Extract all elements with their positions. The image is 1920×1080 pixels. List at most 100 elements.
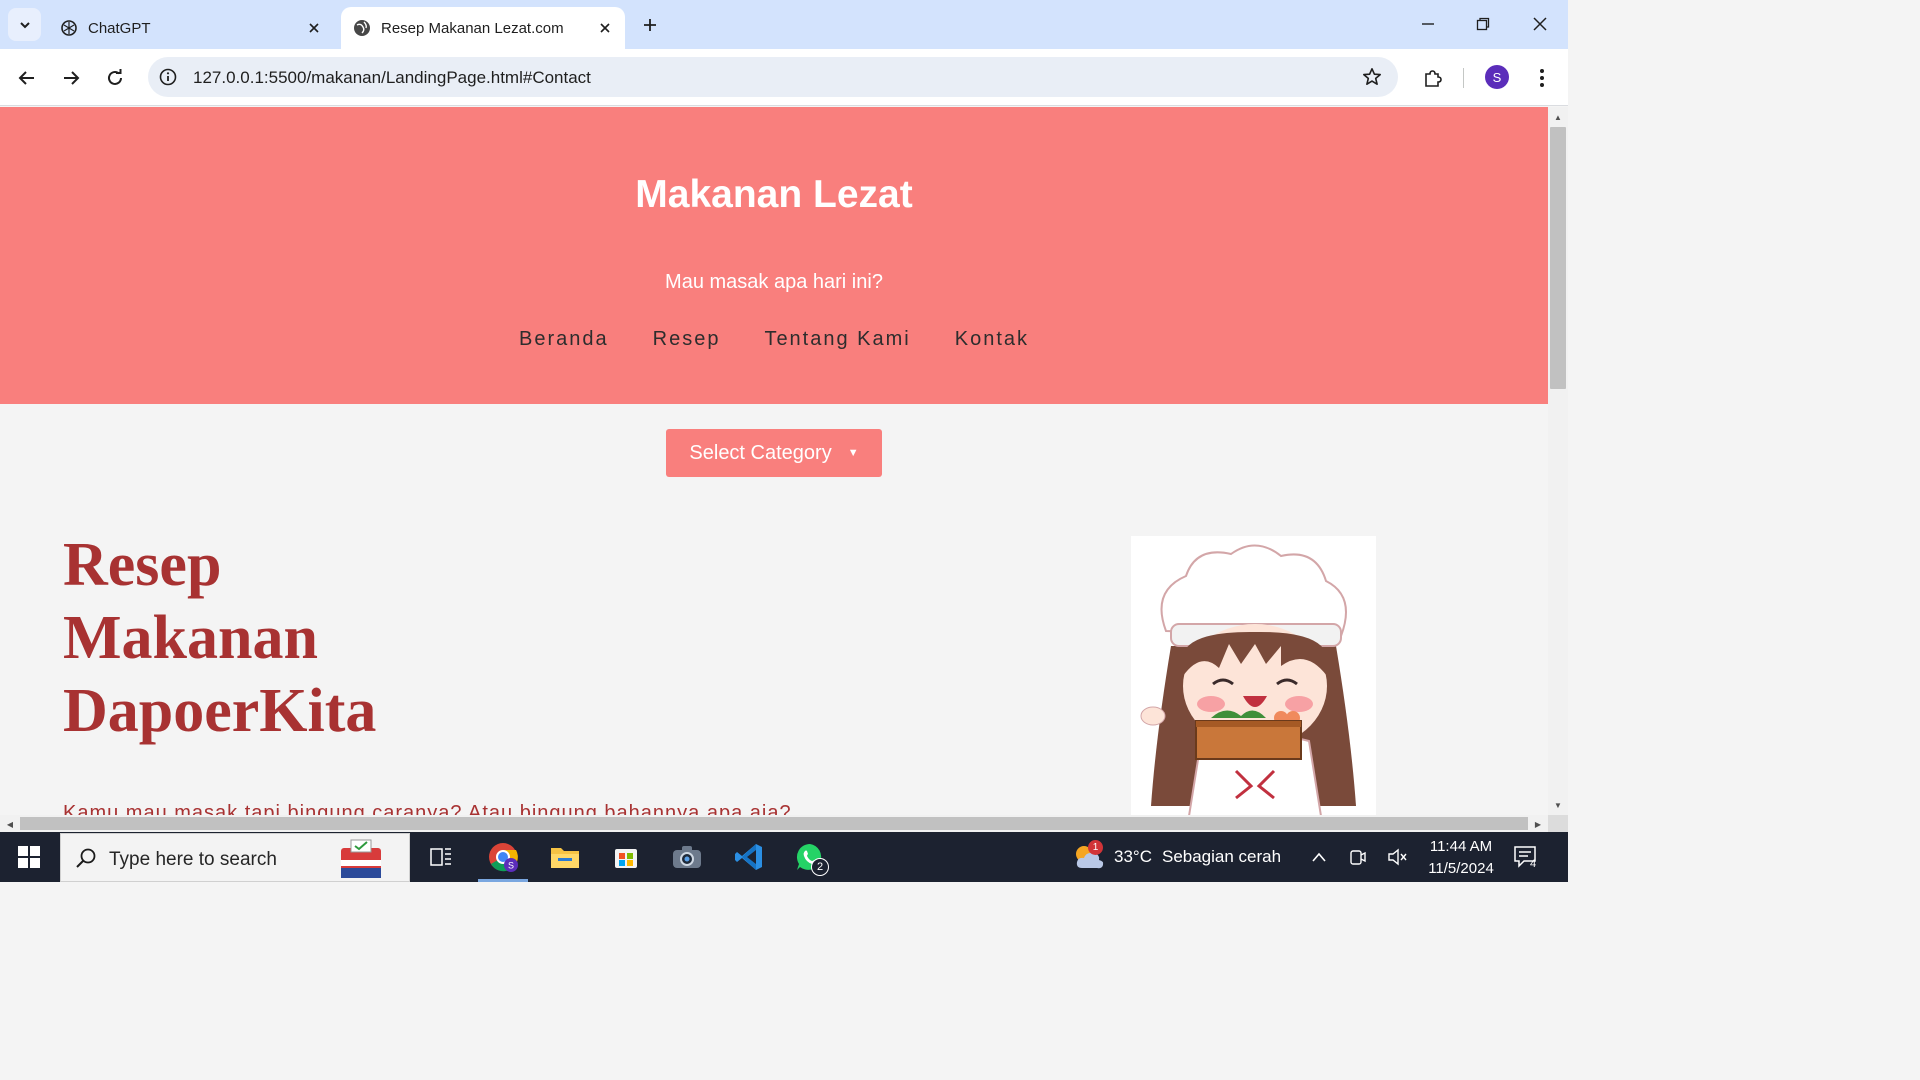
site-tagline: Mau masak apa hari ini?: [665, 271, 883, 293]
profile-avatar[interactable]: S: [1485, 65, 1509, 89]
page-viewport: Makanan Lezat Mau masak apa hari ini? Be…: [0, 107, 1548, 815]
task-view-button[interactable]: [412, 832, 470, 882]
plus-icon: [644, 19, 656, 31]
windows-taskbar: Type here to search S 2 1 33°C Sebagian …: [0, 832, 1568, 882]
site-title: Makanan Lezat: [635, 173, 913, 216]
notification-count: 4: [1530, 858, 1537, 870]
select-category-button[interactable]: Select Category ▼: [666, 429, 882, 477]
weather-temp: 33°C: [1114, 847, 1152, 866]
file-explorer-icon: [551, 848, 579, 868]
microsoft-store-icon: [615, 849, 637, 868]
tab-chatgpt[interactable]: ChatGPT: [48, 7, 334, 49]
url-text[interactable]: 127.0.0.1:5500/makanan/LandingPage.html#…: [193, 68, 591, 88]
weather-desc: Sebagian cerah: [1161, 847, 1282, 866]
taskbar-camera[interactable]: [658, 832, 716, 882]
browser-tab-bar: ChatGPT Resep Makanan Lezat.com: [0, 0, 1568, 49]
hero-title-line: DapoerKita: [63, 677, 377, 745]
scroll-corner: [1548, 815, 1568, 832]
vertical-scroll-thumb[interactable]: [1550, 127, 1566, 389]
hero-title-line: Resep: [63, 531, 222, 599]
nav-link-kontak[interactable]: Kontak: [955, 328, 1029, 351]
taskbar-microsoft-store[interactable]: [597, 832, 655, 882]
search-icon: [76, 848, 96, 868]
nav-link-tentang-kami[interactable]: Tentang Kami: [764, 328, 910, 351]
nav-link-resep[interactable]: Resep: [653, 328, 721, 351]
windows-logo-icon: [18, 846, 40, 868]
reload-button[interactable]: [98, 61, 132, 95]
browser-menu-button[interactable]: [1528, 63, 1556, 93]
whatsapp-unread-badge: 2: [811, 858, 829, 876]
site-info-icon[interactable]: [158, 67, 178, 87]
horizontal-scrollbar[interactable]: ◀ ▶: [0, 815, 1548, 832]
restore-icon: [1476, 17, 1490, 31]
site-header: Makanan Lezat Mau masak apa hari ini? Be…: [0, 107, 1548, 404]
taskbar-chrome[interactable]: S: [474, 832, 532, 882]
globe-icon: [353, 19, 371, 37]
show-hidden-icons-button[interactable]: [1307, 845, 1331, 869]
taskbar-whatsapp[interactable]: 2: [781, 832, 839, 882]
arrow-right-icon: [64, 71, 80, 85]
vertical-scrollbar[interactable]: ▲ ▼: [1548, 107, 1568, 815]
close-icon: [1533, 17, 1547, 31]
vscode-icon: [735, 844, 762, 870]
scroll-left-icon[interactable]: ◀: [2, 817, 18, 831]
reload-icon: [108, 69, 122, 85]
taskbar-search-box[interactable]: Type here to search: [60, 833, 410, 882]
volume-button[interactable]: [1385, 845, 1409, 869]
clock-time: 11:44 AM: [1429, 838, 1493, 855]
toolbar-divider: [1463, 68, 1464, 88]
meet-now-icon: [1350, 850, 1366, 865]
start-button[interactable]: [0, 832, 58, 882]
tab-resep-makanan[interactable]: Resep Makanan Lezat.com: [341, 7, 625, 49]
tab-search-button[interactable]: [8, 8, 41, 41]
scroll-up-icon[interactable]: ▲: [1550, 110, 1566, 124]
minimize-icon: [1422, 23, 1434, 25]
new-tab-button[interactable]: [636, 11, 664, 39]
arrow-left-icon: [18, 71, 34, 85]
notification-center-button[interactable]: 4: [1512, 844, 1544, 872]
search-placeholder: Type here to search: [109, 849, 277, 870]
nav-link-beranda[interactable]: Beranda: [519, 328, 609, 351]
taskbar-file-explorer[interactable]: [536, 832, 594, 882]
partly-sunny-icon: 1: [1072, 840, 1106, 872]
chatgpt-icon: [60, 19, 78, 37]
svg-text:S: S: [508, 861, 514, 871]
restore-button[interactable]: [1469, 10, 1497, 38]
weather-widget[interactable]: 1 33°C Sebagian cerah: [1072, 832, 1281, 882]
tab-close-icon[interactable]: [593, 16, 617, 40]
task-view-icon: [430, 848, 451, 866]
ballot-box-icon: [341, 839, 381, 878]
scroll-right-icon[interactable]: ▶: [1530, 817, 1546, 831]
minimize-button[interactable]: [1414, 10, 1442, 38]
hero-description: Kamu mau masak tapi bingung caranya? Ata…: [63, 802, 792, 815]
scroll-down-icon[interactable]: ▼: [1550, 798, 1566, 812]
camera-icon: [673, 846, 701, 868]
hero-title-line: Makanan: [63, 604, 318, 672]
volume-muted-icon: [1388, 848, 1407, 866]
horizontal-scroll-thumb[interactable]: [20, 817, 1528, 830]
taskbar-clock[interactable]: 11:44 AM 11/5/2024: [1418, 836, 1504, 880]
clock-date: 11/5/2024: [1428, 860, 1494, 877]
site-nav: Beranda Resep Tentang Kami Kontak: [0, 328, 1548, 351]
tab-close-icon[interactable]: [302, 16, 326, 40]
address-bar[interactable]: 127.0.0.1:5500/makanan/LandingPage.html#…: [148, 57, 1398, 97]
chef-illustration: [1131, 536, 1376, 815]
taskbar-vscode[interactable]: [720, 832, 778, 882]
meet-now-button[interactable]: [1346, 845, 1370, 869]
caret-down-icon: ▼: [847, 447, 859, 459]
puzzle-icon: [1425, 70, 1442, 87]
chrome-icon: S: [489, 843, 518, 872]
browser-toolbar: 127.0.0.1:5500/makanan/LandingPage.html#…: [0, 49, 1568, 106]
tab-title: ChatGPT: [88, 19, 151, 37]
chevron-down-icon: [19, 21, 30, 28]
star-icon[interactable]: [1360, 65, 1384, 89]
forward-button[interactable]: [54, 61, 88, 95]
back-button[interactable]: [10, 61, 44, 95]
more-vertical-icon: [1540, 69, 1544, 87]
hero-title: Resep Makanan DapoerKita: [63, 529, 583, 748]
weather-alert-badge: 1: [1088, 840, 1103, 855]
select-category-label: Select Category: [689, 441, 832, 464]
close-window-button[interactable]: [1526, 10, 1554, 38]
extensions-button[interactable]: [1416, 61, 1450, 95]
chevron-up-icon: [1312, 852, 1326, 862]
